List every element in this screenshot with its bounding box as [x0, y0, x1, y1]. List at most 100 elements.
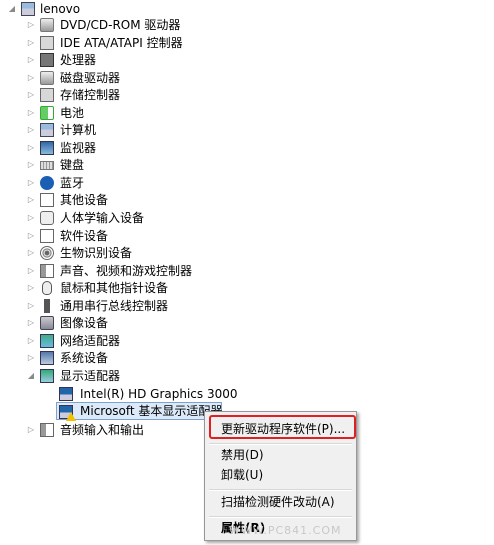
tree-item-label: 磁盘驱动器	[60, 71, 121, 85]
collapse-arrow-icon[interactable]: ▷	[26, 139, 36, 157]
menu-item-uninstall[interactable]: 卸载(U)	[221, 465, 263, 485]
hid-icon	[40, 211, 54, 225]
computer-icon	[21, 2, 35, 16]
dvd-drive-icon	[40, 18, 54, 32]
tree-item-computer[interactable]: ▷ 计算机	[0, 121, 300, 139]
menu-separator	[209, 489, 352, 491]
collapse-arrow-icon[interactable]: ▷	[26, 69, 36, 87]
tree-item-label: 音频输入和输出	[60, 423, 145, 437]
tree-item-ide[interactable]: ▷ IDE ATA/ATAPI 控制器	[0, 34, 300, 52]
tree-item-label: 生物识别设备	[60, 246, 133, 260]
tree-item-usb[interactable]: ▷ 通用串行总线控制器	[0, 297, 300, 315]
ide-controller-icon	[40, 36, 54, 50]
collapse-arrow-icon[interactable]: ▷	[26, 104, 36, 122]
tree-item-label: 键盘	[60, 158, 85, 172]
collapse-arrow-icon[interactable]: ▷	[26, 297, 36, 315]
watermark: WWW.PC841.COM	[229, 524, 342, 537]
tree-item-label: 显示适配器	[60, 369, 121, 383]
tree-item-intel-hd[interactable]: Intel(R) HD Graphics 3000	[0, 385, 300, 403]
collapse-arrow-icon[interactable]: ▷	[26, 349, 36, 367]
camera-icon	[40, 316, 54, 330]
tree-item-system[interactable]: ▷ 系统设备	[0, 349, 300, 367]
tree-item-sound[interactable]: ▷ 声音、视频和游戏控制器	[0, 262, 300, 280]
display-device-icon	[59, 387, 73, 401]
tree-item-label: 通用串行总线控制器	[60, 299, 169, 313]
tree-item-dvd[interactable]: ▷ DVD/CD-ROM 驱动器	[0, 16, 300, 34]
menu-item-scan-hardware[interactable]: 扫描检测硬件改动(A)	[221, 492, 335, 512]
storage-controller-icon	[40, 88, 54, 102]
tree-item-label: 网络适配器	[60, 334, 121, 348]
computer-icon	[40, 123, 54, 137]
collapse-arrow-icon[interactable]: ▷	[26, 191, 36, 209]
mouse-icon	[42, 281, 52, 295]
collapse-arrow-icon[interactable]: ▷	[26, 16, 36, 34]
tree-item-label: 监视器	[60, 141, 97, 155]
sound-icon	[40, 264, 54, 278]
other-devices-icon	[40, 193, 54, 207]
monitor-icon	[40, 141, 54, 155]
display-adapter-icon	[40, 369, 54, 383]
tree-item-label: 处理器	[60, 53, 97, 67]
disk-drive-icon	[40, 71, 54, 85]
tree-item-other[interactable]: ▷ 其他设备	[0, 191, 300, 209]
tree-item-hid[interactable]: ▷ 人体学输入设备	[0, 209, 300, 227]
collapse-arrow-icon[interactable]: ▷	[26, 314, 36, 332]
tree-item-mouse[interactable]: ▷ 鼠标和其他指针设备	[0, 279, 300, 297]
tree-item-ms-basic-display[interactable]: Microsoft 基本显示适配器	[56, 402, 223, 421]
collapse-arrow-icon[interactable]: ▷	[26, 227, 36, 245]
tree-item-imaging[interactable]: ▷ 图像设备	[0, 314, 300, 332]
collapse-arrow-icon[interactable]: ▷	[26, 209, 36, 227]
processor-icon	[40, 53, 54, 67]
collapse-arrow-icon[interactable]: ▷	[26, 121, 36, 139]
network-adapter-icon	[40, 334, 54, 348]
tree-item-keyboard[interactable]: ▷ 键盘	[0, 156, 300, 174]
expand-arrow-icon[interactable]: ◢	[26, 367, 36, 385]
system-device-icon	[40, 351, 54, 365]
tree-item-bluetooth[interactable]: ▷ 蓝牙	[0, 174, 300, 192]
collapse-arrow-icon[interactable]: ▷	[26, 51, 36, 69]
collapse-arrow-icon[interactable]: ▷	[26, 421, 36, 439]
collapse-arrow-icon[interactable]: ▷	[26, 156, 36, 174]
collapse-arrow-icon[interactable]: ▷	[26, 34, 36, 52]
tree-item-label: Intel(R) HD Graphics 3000	[80, 387, 238, 401]
tree-item-label: 计算机	[60, 123, 97, 137]
audio-io-icon	[40, 423, 54, 437]
tree-item-biometric[interactable]: ▷ 生物识别设备	[0, 244, 300, 262]
tree-item-label: 存储控制器	[60, 88, 121, 102]
highlight-box	[209, 415, 356, 439]
tree-item-label: 图像设备	[60, 316, 109, 330]
collapse-arrow-icon[interactable]: ▷	[26, 174, 36, 192]
tree-item-label: 软件设备	[60, 229, 109, 243]
tree-item-label: IDE ATA/ATAPI 控制器	[60, 36, 183, 50]
menu-item-disable[interactable]: 禁用(D)	[221, 445, 264, 465]
tree-item-disk[interactable]: ▷ 磁盘驱动器	[0, 69, 300, 87]
collapse-arrow-icon[interactable]: ▷	[26, 262, 36, 280]
tree-item-processor[interactable]: ▷ 处理器	[0, 51, 300, 69]
warning-icon	[66, 412, 76, 421]
collapse-arrow-icon[interactable]: ▷	[26, 244, 36, 262]
tree-item-label: Microsoft 基本显示适配器	[80, 404, 223, 418]
usb-icon	[44, 299, 50, 313]
software-device-icon	[40, 229, 54, 243]
tree-item-label: DVD/CD-ROM 驱动器	[60, 18, 181, 32]
tree-item-display-adapters[interactable]: ◢ 显示适配器	[0, 367, 300, 385]
tree-item-monitor[interactable]: ▷ 监视器	[0, 139, 300, 157]
tree-item-label: 鼠标和其他指针设备	[60, 281, 169, 295]
tree-item-label: 蓝牙	[60, 176, 85, 190]
bluetooth-icon	[40, 176, 54, 190]
tree-item-label: 其他设备	[60, 193, 109, 207]
biometric-icon	[40, 246, 54, 260]
collapse-arrow-icon[interactable]: ▷	[26, 332, 36, 350]
keyboard-icon	[40, 161, 54, 170]
tree-item-audio-io[interactable]: ▷ 音频输入和输出	[0, 421, 200, 439]
battery-icon	[40, 106, 54, 120]
tree-item-software[interactable]: ▷ 软件设备	[0, 227, 300, 245]
tree-item-label: 人体学输入设备	[60, 211, 145, 225]
tree-item-storage[interactable]: ▷ 存储控制器	[0, 86, 300, 104]
collapse-arrow-icon[interactable]: ▷	[26, 86, 36, 104]
collapse-arrow-icon[interactable]: ▷	[26, 279, 36, 297]
tree-item-battery[interactable]: ▷ 电池	[0, 104, 300, 122]
tree-item-network[interactable]: ▷ 网络适配器	[0, 332, 300, 350]
tree-item-label: 电池	[60, 106, 85, 120]
tree-item-label: 系统设备	[60, 351, 109, 365]
